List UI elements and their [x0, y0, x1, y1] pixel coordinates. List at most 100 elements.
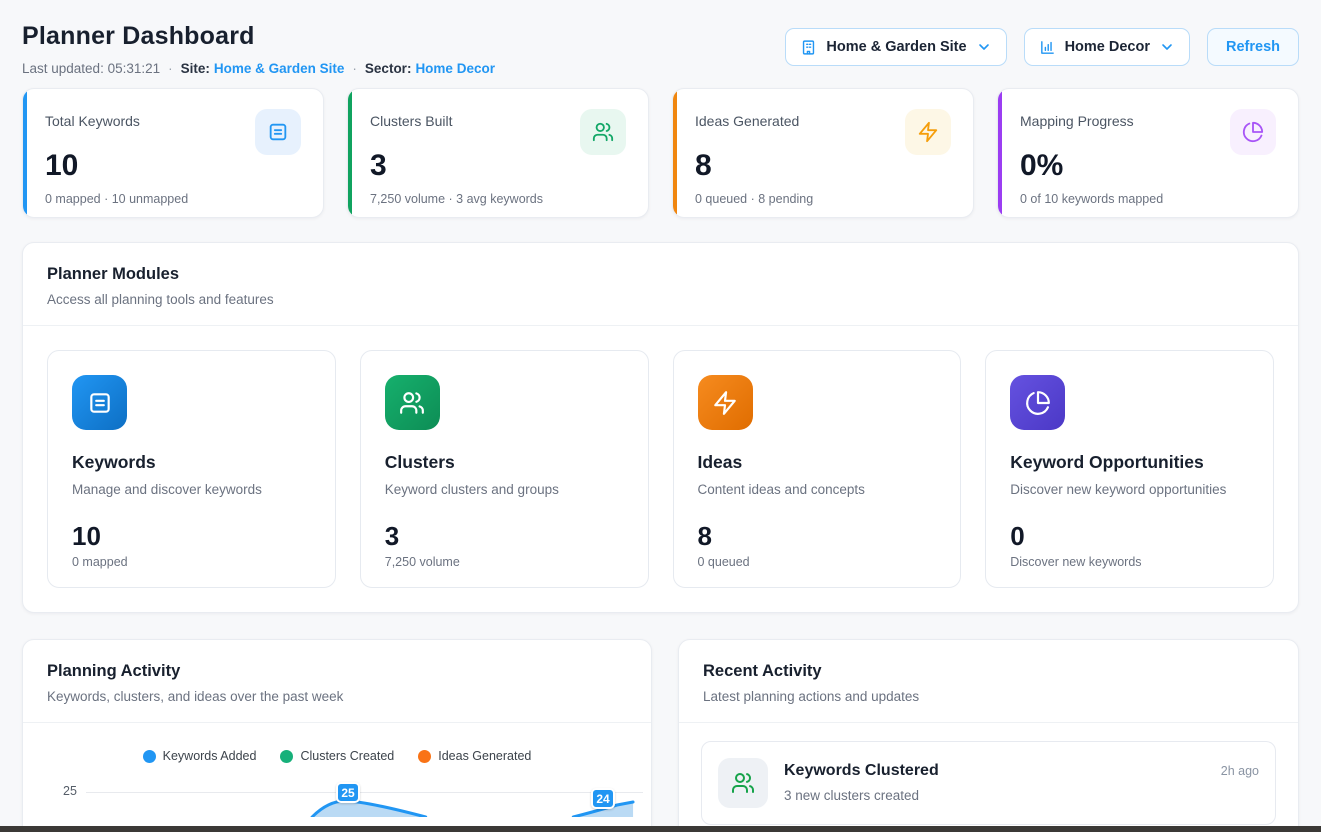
activity-item-content: Keywords Clustered 3 new clusters create…	[784, 758, 1205, 803]
activity-item-timestamp: 2h ago	[1221, 758, 1259, 778]
module-description: Keyword clusters and groups	[385, 482, 624, 497]
meta-separator: ·	[352, 61, 357, 76]
stat-label: Mapping Progress	[1020, 109, 1134, 129]
site-link[interactable]: Home & Garden Site	[214, 61, 345, 76]
stat-subtext: 7,250 volume · 3 avg keywords	[370, 192, 626, 206]
stat-label: Ideas Generated	[695, 109, 799, 129]
screen-bottom-edge	[0, 826, 1321, 832]
chevron-down-icon	[976, 39, 992, 55]
sector-meta: Sector:	[365, 61, 412, 76]
site-label: Site:	[181, 61, 210, 76]
data-point-label: 25	[336, 782, 360, 803]
module-value: 0	[1010, 521, 1249, 552]
stat-card-ideas-generated: Ideas Generated 8 0 queued · 8 pending	[672, 88, 974, 218]
module-subtext: 7,250 volume	[385, 555, 624, 569]
module-value: 10	[72, 521, 311, 552]
planning-activity-panel: Planning Activity Keywords, clusters, an…	[22, 639, 652, 832]
legend-label: Clusters Created	[300, 749, 394, 763]
sector-label: Sector:	[365, 61, 412, 76]
last-updated-text: Last updated: 05:31:21	[22, 61, 160, 76]
bar-chart-icon	[1039, 39, 1056, 56]
modules-grid: Keywords Manage and discover keywords 10…	[23, 326, 1298, 612]
legend-label: Ideas Generated	[438, 749, 531, 763]
module-value: 3	[385, 521, 624, 552]
pie-chart-icon	[1230, 109, 1276, 155]
recent-activity-header: Recent Activity Latest planning actions …	[679, 640, 1298, 723]
module-description: Discover new keyword opportunities	[1010, 482, 1249, 497]
stat-label: Clusters Built	[370, 109, 452, 129]
file-text-icon	[255, 109, 301, 155]
header-left: Planner Dashboard Last updated: 05:31:21…	[22, 22, 495, 76]
module-card-keyword-opportunities[interactable]: Keyword Opportunities Discover new keywo…	[985, 350, 1274, 588]
module-title: Ideas	[698, 452, 937, 473]
refresh-button[interactable]: Refresh	[1207, 28, 1299, 66]
modules-panel-title: Planner Modules	[47, 265, 1274, 284]
header-controls: Home & Garden Site Home Decor Refresh	[785, 28, 1299, 66]
recent-activity-title: Recent Activity	[703, 662, 1274, 681]
module-subtext: 0 mapped	[72, 555, 311, 569]
legend-dot-blue	[143, 750, 156, 763]
chart-legend: Keywords Added Clusters Created Ideas Ge…	[23, 749, 651, 763]
zap-icon	[698, 375, 753, 430]
module-description: Content ideas and concepts	[698, 482, 937, 497]
modules-panel-subtitle: Access all planning tools and features	[47, 292, 1274, 307]
planner-modules-panel: Planner Modules Access all planning tool…	[22, 242, 1299, 613]
meta-separator: ·	[168, 61, 173, 76]
activity-item-title: Keywords Clustered	[784, 762, 1205, 780]
legend-dot-green	[280, 750, 293, 763]
users-icon	[385, 375, 440, 430]
chevron-down-icon	[1159, 39, 1175, 55]
pie-chart-icon	[1010, 375, 1065, 430]
module-card-ideas[interactable]: Ideas Content ideas and concepts 8 0 que…	[673, 350, 962, 588]
stat-card-total-keywords: Total Keywords 10 0 mapped · 10 unmapped	[22, 88, 324, 218]
stat-cards-row: Total Keywords 10 0 mapped · 10 unmapped…	[22, 88, 1299, 218]
legend-dot-orange	[418, 750, 431, 763]
planning-activity-header: Planning Activity Keywords, clusters, an…	[23, 640, 651, 723]
legend-item-ideas-generated: Ideas Generated	[418, 749, 531, 763]
legend-item-clusters-created: Clusters Created	[280, 749, 394, 763]
recent-activity-panel: Recent Activity Latest planning actions …	[678, 639, 1299, 832]
modules-panel-header: Planner Modules Access all planning tool…	[23, 243, 1298, 326]
zap-icon	[905, 109, 951, 155]
building-icon	[800, 39, 817, 56]
recent-activity-list: Keywords Clustered 3 new clusters create…	[679, 723, 1298, 832]
activity-item-description: 3 new clusters created	[784, 788, 1205, 803]
legend-label: Keywords Added	[163, 749, 257, 763]
file-text-icon	[72, 375, 127, 430]
legend-item-keywords-added: Keywords Added	[143, 749, 257, 763]
sector-link[interactable]: Home Decor	[415, 61, 495, 76]
recent-activity-subtitle: Latest planning actions and updates	[703, 689, 1274, 704]
stat-subtext: 0 queued · 8 pending	[695, 192, 951, 206]
module-title: Keywords	[72, 452, 311, 473]
planning-activity-subtitle: Keywords, clusters, and ideas over the p…	[47, 689, 627, 704]
stat-card-clusters-built: Clusters Built 3 7,250 volume · 3 avg ke…	[347, 88, 649, 218]
stat-label: Total Keywords	[45, 109, 140, 129]
module-subtext: 0 queued	[698, 555, 937, 569]
stat-subtext: 0 of 10 keywords mapped	[1020, 192, 1276, 206]
module-card-clusters[interactable]: Clusters Keyword clusters and groups 3 7…	[360, 350, 649, 588]
module-card-keywords[interactable]: Keywords Manage and discover keywords 10…	[47, 350, 336, 588]
planner-dashboard-page: Planner Dashboard Last updated: 05:31:21…	[0, 0, 1321, 832]
module-title: Keyword Opportunities	[1010, 452, 1249, 473]
module-subtext: Discover new keywords	[1010, 555, 1249, 569]
module-value: 8	[698, 521, 937, 552]
module-description: Manage and discover keywords	[72, 482, 311, 497]
bottom-row: Planning Activity Keywords, clusters, an…	[22, 613, 1299, 832]
page-header: Planner Dashboard Last updated: 05:31:21…	[22, 22, 1299, 76]
sector-selector-label: Home Decor	[1065, 39, 1150, 55]
site-meta: Site:	[181, 61, 210, 76]
users-icon	[580, 109, 626, 155]
site-selector-dropdown[interactable]: Home & Garden Site	[785, 28, 1006, 66]
page-title: Planner Dashboard	[22, 22, 495, 51]
planning-activity-chart: Keywords Added Clusters Created Ideas Ge…	[23, 749, 651, 817]
site-selector-label: Home & Garden Site	[826, 39, 966, 55]
data-point-label: 24	[591, 788, 615, 809]
activity-item-keywords-clustered: Keywords Clustered 3 new clusters create…	[701, 741, 1276, 825]
users-icon	[718, 758, 768, 808]
stat-card-mapping-progress: Mapping Progress 0% 0 of 10 keywords map…	[997, 88, 1299, 218]
sector-selector-dropdown[interactable]: Home Decor	[1024, 28, 1190, 66]
planning-activity-title: Planning Activity	[47, 662, 627, 681]
page-meta: Last updated: 05:31:21 · Site: Home & Ga…	[22, 61, 495, 76]
module-title: Clusters	[385, 452, 624, 473]
chart-plot-area: 25 25 24	[23, 777, 651, 817]
